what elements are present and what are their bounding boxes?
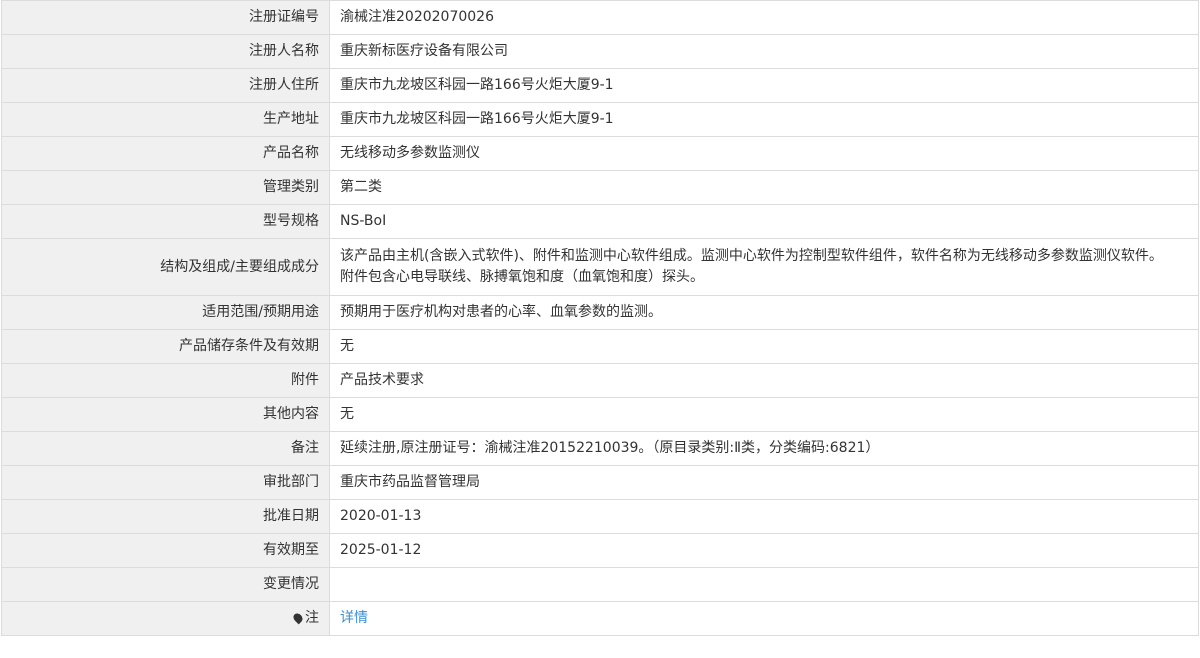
row-label: 批准日期 [1, 499, 330, 534]
row-value: 重庆新标医疗设备有限公司 [329, 34, 1199, 69]
row-label: 管理类别 [1, 170, 330, 205]
row-value: 重庆市九龙坡区科园一路166号火炬大厦9-1 [329, 102, 1199, 137]
row-label: 结构及组成/主要组成成分 [1, 238, 330, 296]
value-line: 附件包含心电导联线、脉搏氧饱和度（血氧饱和度）探头。 [340, 269, 704, 285]
row-value: 产品技术要求 [329, 363, 1199, 398]
table-row: 审批部门 重庆市药品监督管理局 [1, 465, 1199, 500]
row-value: 该产品由主机(含嵌入式软件)、附件和监测中心软件组成。监测中心软件为控制型软件组… [329, 238, 1199, 296]
table-row: 产品储存条件及有效期 无 [1, 329, 1199, 364]
row-label: 产品储存条件及有效期 [1, 329, 330, 364]
row-label: 产品名称 [1, 136, 330, 171]
row-value: 无线移动多参数监测仪 [329, 136, 1199, 171]
registration-detail-table: 注册证编号 渝械注准20202070026 注册人名称 重庆新标医疗设备有限公司… [1, 0, 1199, 636]
table-row: 型号规格 NS-BoⅠ [1, 204, 1199, 239]
table-row: 生产地址 重庆市九龙坡区科园一路166号火炬大厦9-1 [1, 102, 1199, 137]
table-row: 注 详情 [1, 601, 1199, 636]
table-row: 适用范围/预期用途 预期用于医疗机构对患者的心率、血氧参数的监测。 [1, 295, 1199, 330]
row-label: 型号规格 [1, 204, 330, 239]
row-value: 无 [329, 329, 1199, 364]
row-label: 其他内容 [1, 397, 330, 432]
table-row: 其他内容 无 [1, 397, 1199, 432]
row-value: 详情 [329, 601, 1199, 636]
row-label: 附件 [1, 363, 330, 398]
row-label-text: 注 [305, 610, 319, 626]
row-label: 审批部门 [1, 465, 330, 500]
row-label: 生产地址 [1, 102, 330, 137]
map-pin-icon [291, 611, 305, 625]
row-value: NS-BoⅠ [329, 204, 1199, 239]
row-value: 渝械注准20202070026 [329, 0, 1199, 35]
row-value: 无 [329, 397, 1199, 432]
table-row: 变更情况 [1, 567, 1199, 602]
row-label: 注册人住所 [1, 68, 330, 103]
table-row: 有效期至 2025-01-12 [1, 533, 1199, 568]
row-label: 适用范围/预期用途 [1, 295, 330, 330]
table-row: 产品名称 无线移动多参数监测仪 [1, 136, 1199, 171]
row-label: 有效期至 [1, 533, 330, 568]
row-label: 备注 [1, 431, 330, 466]
value-line: 该产品由主机(含嵌入式软件)、附件和监测中心软件组成。监测中心软件为控制型软件组… [340, 248, 1163, 264]
table-row: 附件 产品技术要求 [1, 363, 1199, 398]
table-row: 注册人住所 重庆市九龙坡区科园一路166号火炬大厦9-1 [1, 68, 1199, 103]
table-row: 备注 延续注册,原注册证号：渝械注准20152210039。（原目录类别:Ⅱ类，… [1, 431, 1199, 466]
table-row: 结构及组成/主要组成成分 该产品由主机(含嵌入式软件)、附件和监测中心软件组成。… [1, 238, 1199, 296]
table-row: 管理类别 第二类 [1, 170, 1199, 205]
row-value: 2025-01-12 [329, 533, 1199, 568]
row-label: 注 [1, 601, 330, 636]
row-value: 重庆市药品监督管理局 [329, 465, 1199, 500]
row-value: 重庆市九龙坡区科园一路166号火炬大厦9-1 [329, 68, 1199, 103]
row-value: 第二类 [329, 170, 1199, 205]
table-row: 注册证编号 渝械注准20202070026 [1, 0, 1199, 35]
row-value: 预期用于医疗机构对患者的心率、血氧参数的监测。 [329, 295, 1199, 330]
row-value: 2020-01-13 [329, 499, 1199, 534]
table-row: 批准日期 2020-01-13 [1, 499, 1199, 534]
row-label: 注册人名称 [1, 34, 330, 69]
row-value: 延续注册,原注册证号：渝械注准20152210039。（原目录类别:Ⅱ类，分类编… [329, 431, 1199, 466]
row-label: 变更情况 [1, 567, 330, 602]
table-row: 注册人名称 重庆新标医疗设备有限公司 [1, 34, 1199, 69]
row-label: 注册证编号 [1, 0, 330, 35]
details-link[interactable]: 详情 [340, 610, 368, 626]
row-value [329, 567, 1199, 602]
